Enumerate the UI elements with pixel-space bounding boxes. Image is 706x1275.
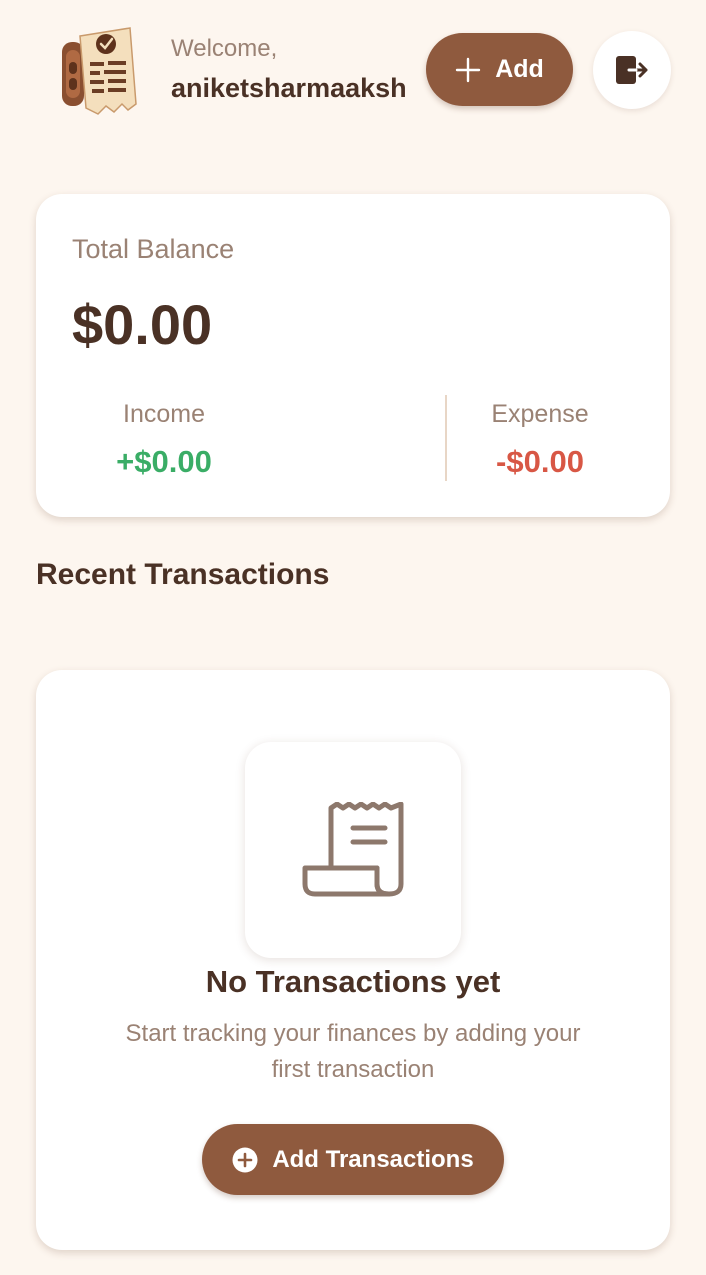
recent-transactions-title: Recent Transactions <box>36 558 330 591</box>
total-balance-label: Total Balance <box>72 234 235 264</box>
plus-icon <box>455 57 481 82</box>
expense-stat: Expense -$0.00 <box>466 398 614 482</box>
balance-card: Total Balance $0.00 Income +$0.00 Expens… <box>36 194 670 517</box>
app-screen: Welcome, aniketsharmaaksh Add Total Bala… <box>0 0 706 1275</box>
welcome-block: Welcome, aniketsharmaaksh <box>171 34 407 106</box>
add-button[interactable]: Add <box>426 33 573 106</box>
username: aniketsharmaaksh <box>171 73 407 103</box>
stat-divider <box>445 395 447 481</box>
expense-value: -$0.00 <box>496 444 584 479</box>
plus-circle-icon <box>232 1147 258 1172</box>
empty-icon-container <box>245 742 461 958</box>
income-stat: Income +$0.00 <box>88 398 240 482</box>
empty-transactions-card: No Transactions yet Start tracking your … <box>36 670 670 1250</box>
welcome-label: Welcome, <box>171 35 278 62</box>
income-label: Income <box>123 400 205 428</box>
add-transactions-button[interactable]: Add Transactions <box>202 1124 504 1195</box>
total-balance-value: $0.00 <box>72 293 213 356</box>
logout-button[interactable] <box>593 31 671 109</box>
empty-state-description: Start tracking your finances by adding y… <box>125 1020 581 1083</box>
income-value: +$0.00 <box>116 444 212 479</box>
empty-state-title: No Transactions yet <box>205 964 501 999</box>
expense-label: Expense <box>491 400 589 428</box>
receipt-logo-icon <box>56 22 142 118</box>
receipt-icon <box>302 802 404 897</box>
add-button-label: Add <box>495 55 544 83</box>
add-transactions-label: Add Transactions <box>272 1145 474 1173</box>
logout-icon <box>616 56 648 84</box>
